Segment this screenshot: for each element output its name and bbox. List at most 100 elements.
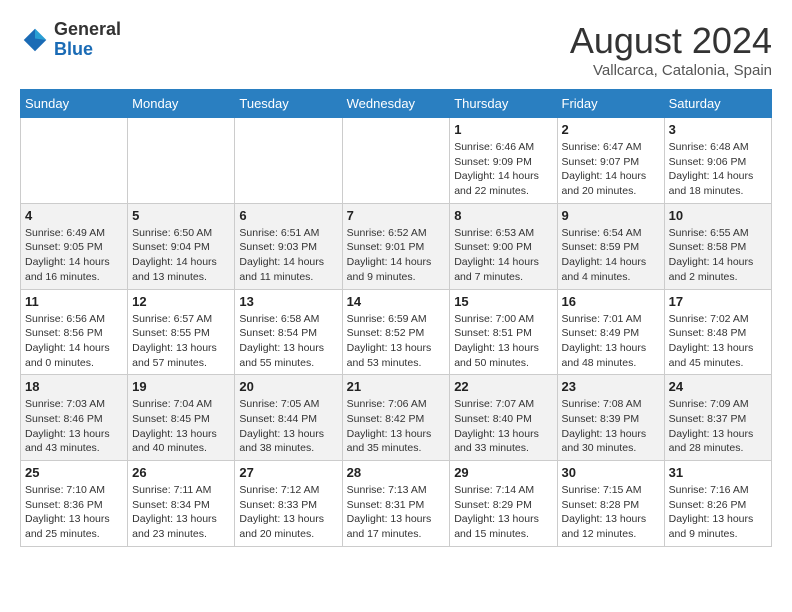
calendar-table: SundayMondayTuesdayWednesdayThursdayFrid…: [20, 89, 772, 547]
day-cell: [235, 118, 342, 204]
day-info: Sunrise: 7:14 AM Sunset: 8:29 PM Dayligh…: [454, 483, 552, 542]
day-number: 4: [25, 208, 123, 223]
day-info: Sunrise: 7:05 AM Sunset: 8:44 PM Dayligh…: [239, 397, 337, 456]
day-cell: 4 Sunrise: 6:49 AM Sunset: 9:05 PM Daylig…: [21, 203, 128, 289]
day-number: 7: [347, 208, 446, 223]
weekday-header-tuesday: Tuesday: [235, 90, 342, 118]
day-info: Sunrise: 7:03 AM Sunset: 8:46 PM Dayligh…: [25, 397, 123, 456]
day-number: 15: [454, 294, 552, 309]
day-number: 30: [562, 465, 660, 480]
day-info: Sunrise: 7:08 AM Sunset: 8:39 PM Dayligh…: [562, 397, 660, 456]
logo: General Blue: [20, 20, 121, 60]
day-info: Sunrise: 6:46 AM Sunset: 9:09 PM Dayligh…: [454, 140, 552, 199]
day-cell: 21Sunrise: 7:06 AM Sunset: 8:42 PM Dayli…: [342, 375, 450, 461]
weekday-header-wednesday: Wednesday: [342, 90, 450, 118]
day-info: Sunrise: 6:47 AM Sunset: 9:07 PM Dayligh…: [562, 140, 660, 199]
day-info: Sunrise: 6:51 AM Sunset: 9:03 PM Dayligh…: [239, 226, 337, 285]
logo-icon: [20, 25, 50, 55]
day-number: 23: [562, 379, 660, 394]
day-info: Sunrise: 6:52 AM Sunset: 9:01 PM Dayligh…: [347, 226, 446, 285]
day-number: 12: [132, 294, 230, 309]
day-number: 18: [25, 379, 123, 394]
weekday-header-sunday: Sunday: [21, 90, 128, 118]
day-info: Sunrise: 7:16 AM Sunset: 8:26 PM Dayligh…: [669, 483, 767, 542]
day-cell: 3 Sunrise: 6:48 AM Sunset: 9:06 PM Daylig…: [664, 118, 771, 204]
day-cell: 6 Sunrise: 6:51 AM Sunset: 9:03 PM Daylig…: [235, 203, 342, 289]
week-row-3: 11 Sunrise: 6:56 AM Sunset: 8:56 PM Dayli…: [21, 289, 772, 375]
week-row-2: 4 Sunrise: 6:49 AM Sunset: 9:05 PM Daylig…: [21, 203, 772, 289]
day-number: 24: [669, 379, 767, 394]
day-number: 27: [239, 465, 337, 480]
day-cell: 22 Sunrise: 7:07 AM Sunset: 8:40 PM Dayli…: [450, 375, 557, 461]
day-number: 11: [25, 294, 123, 309]
day-cell: 29Sunrise: 7:14 AM Sunset: 8:29 PM Dayli…: [450, 461, 557, 547]
weekday-header-thursday: Thursday: [450, 90, 557, 118]
day-info: Sunrise: 7:01 AM Sunset: 8:49 PM Dayligh…: [562, 312, 660, 371]
day-number: 9: [562, 208, 660, 223]
day-number: 5: [132, 208, 230, 223]
day-cell: [21, 118, 128, 204]
day-cell: 31 Sunrise: 7:16 AM Sunset: 8:26 PM Dayli…: [664, 461, 771, 547]
day-info: Sunrise: 6:57 AM Sunset: 8:55 PM Dayligh…: [132, 312, 230, 371]
day-info: Sunrise: 7:06 AM Sunset: 8:42 PM Dayligh…: [347, 397, 446, 456]
day-number: 22: [454, 379, 552, 394]
day-info: Sunrise: 6:59 AM Sunset: 8:52 PM Dayligh…: [347, 312, 446, 371]
day-cell: 24 Sunrise: 7:09 AM Sunset: 8:37 PM Dayli…: [664, 375, 771, 461]
location: Vallcarca, Catalonia, Spain: [570, 62, 772, 79]
day-cell: 30 Sunrise: 7:15 AM Sunset: 8:28 PM Dayli…: [557, 461, 664, 547]
day-info: Sunrise: 7:11 AM Sunset: 8:34 PM Dayligh…: [132, 483, 230, 542]
month-title: August 2024: [570, 20, 772, 62]
day-cell: 28Sunrise: 7:13 AM Sunset: 8:31 PM Dayli…: [342, 461, 450, 547]
day-number: 20: [239, 379, 337, 394]
day-cell: 18 Sunrise: 7:03 AM Sunset: 8:46 PM Dayli…: [21, 375, 128, 461]
logo-general-text: General: [54, 19, 121, 39]
day-cell: 27 Sunrise: 7:12 AM Sunset: 8:33 PM Dayli…: [235, 461, 342, 547]
day-number: 3: [669, 122, 767, 137]
day-cell: 10 Sunrise: 6:55 AM Sunset: 8:58 PM Dayli…: [664, 203, 771, 289]
weekday-header-saturday: Saturday: [664, 90, 771, 118]
day-info: Sunrise: 7:15 AM Sunset: 8:28 PM Dayligh…: [562, 483, 660, 542]
day-number: 31: [669, 465, 767, 480]
day-info: Sunrise: 6:50 AM Sunset: 9:04 PM Dayligh…: [132, 226, 230, 285]
day-info: Sunrise: 6:49 AM Sunset: 9:05 PM Dayligh…: [25, 226, 123, 285]
day-number: 10: [669, 208, 767, 223]
day-cell: 11 Sunrise: 6:56 AM Sunset: 8:56 PM Dayli…: [21, 289, 128, 375]
day-number: 2: [562, 122, 660, 137]
day-cell: 5 Sunrise: 6:50 AM Sunset: 9:04 PM Daylig…: [128, 203, 235, 289]
day-info: Sunrise: 6:54 AM Sunset: 8:59 PM Dayligh…: [562, 226, 660, 285]
week-row-1: 1 Sunrise: 6:46 AM Sunset: 9:09 PM Daylig…: [21, 118, 772, 204]
day-number: 8: [454, 208, 552, 223]
week-row-5: 25 Sunrise: 7:10 AM Sunset: 8:36 PM Dayli…: [21, 461, 772, 547]
day-cell: [342, 118, 450, 204]
day-number: 6: [239, 208, 337, 223]
day-cell: 20 Sunrise: 7:05 AM Sunset: 8:44 PM Dayli…: [235, 375, 342, 461]
day-info: Sunrise: 7:00 AM Sunset: 8:51 PM Dayligh…: [454, 312, 552, 371]
day-info: Sunrise: 6:55 AM Sunset: 8:58 PM Dayligh…: [669, 226, 767, 285]
day-info: Sunrise: 6:56 AM Sunset: 8:56 PM Dayligh…: [25, 312, 123, 371]
day-cell: 1 Sunrise: 6:46 AM Sunset: 9:09 PM Daylig…: [450, 118, 557, 204]
day-number: 17: [669, 294, 767, 309]
day-cell: [128, 118, 235, 204]
day-cell: 12 Sunrise: 6:57 AM Sunset: 8:55 PM Dayli…: [128, 289, 235, 375]
day-number: 1: [454, 122, 552, 137]
day-cell: 2 Sunrise: 6:47 AM Sunset: 9:07 PM Daylig…: [557, 118, 664, 204]
day-number: 25: [25, 465, 123, 480]
day-info: Sunrise: 7:09 AM Sunset: 8:37 PM Dayligh…: [669, 397, 767, 456]
day-cell: 19Sunrise: 7:04 AM Sunset: 8:45 PM Dayli…: [128, 375, 235, 461]
day-info: Sunrise: 7:07 AM Sunset: 8:40 PM Dayligh…: [454, 397, 552, 456]
day-cell: 26 Sunrise: 7:11 AM Sunset: 8:34 PM Dayli…: [128, 461, 235, 547]
day-info: Sunrise: 7:04 AM Sunset: 8:45 PM Dayligh…: [132, 397, 230, 456]
day-info: Sunrise: 6:48 AM Sunset: 9:06 PM Dayligh…: [669, 140, 767, 199]
page-header: General Blue August 2024 Vallcarca, Cata…: [20, 20, 772, 79]
day-number: 26: [132, 465, 230, 480]
day-cell: 15 Sunrise: 7:00 AM Sunset: 8:51 PM Dayli…: [450, 289, 557, 375]
day-number: 13: [239, 294, 337, 309]
day-number: 14: [347, 294, 446, 309]
week-row-4: 18 Sunrise: 7:03 AM Sunset: 8:46 PM Dayli…: [21, 375, 772, 461]
day-cell: 25 Sunrise: 7:10 AM Sunset: 8:36 PM Dayli…: [21, 461, 128, 547]
day-info: Sunrise: 7:12 AM Sunset: 8:33 PM Dayligh…: [239, 483, 337, 542]
day-info: Sunrise: 6:53 AM Sunset: 9:00 PM Dayligh…: [454, 226, 552, 285]
day-info: Sunrise: 7:10 AM Sunset: 8:36 PM Dayligh…: [25, 483, 123, 542]
weekday-header-monday: Monday: [128, 90, 235, 118]
day-cell: 8 Sunrise: 6:53 AM Sunset: 9:00 PM Daylig…: [450, 203, 557, 289]
